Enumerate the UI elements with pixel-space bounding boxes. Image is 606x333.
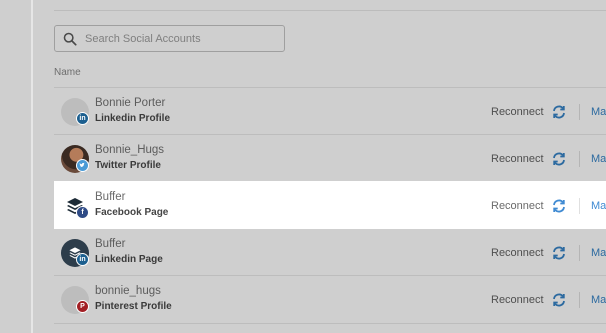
next-row-partial <box>54 323 606 333</box>
account-type: Facebook Page <box>95 207 169 218</box>
accounts-list: in Bonnie Porter Linkedin Profile Reconn… <box>54 87 606 322</box>
account-row: in Buffer Linkedin Page Reconnect Ma <box>54 228 606 275</box>
account-row: P bonnie_hugs Pinterest Profile Reconnec… <box>54 275 606 322</box>
reconnect-button[interactable]: Reconnect <box>491 200 544 212</box>
sync-icon[interactable] <box>551 245 567 261</box>
account-type: Linkedin Profile <box>95 113 171 124</box>
account-type: Pinterest Profile <box>95 301 172 312</box>
account-type: Linkedin Page <box>95 254 163 265</box>
search-placeholder: Search Social Accounts <box>85 32 201 45</box>
action-divider <box>579 198 580 214</box>
section-divider <box>54 10 606 11</box>
pinterest-icon: P <box>76 300 89 313</box>
linkedin-icon: in <box>76 112 89 125</box>
reconnect-button[interactable]: Reconnect <box>491 106 544 118</box>
sidebar-edge <box>31 0 33 333</box>
account-name: Buffer <box>95 191 126 203</box>
column-header-name: Name <box>54 67 81 78</box>
manage-link[interactable]: Ma <box>591 247 606 259</box>
manage-link[interactable]: Ma <box>591 106 606 118</box>
sync-icon[interactable] <box>551 198 567 214</box>
account-row: Bonnie_Hugs Twitter Profile Reconnect Ma <box>54 134 606 181</box>
account-row: in Bonnie Porter Linkedin Profile Reconn… <box>54 87 606 134</box>
account-name: Bonnie_Hugs <box>95 144 165 156</box>
account-row-highlighted: f Buffer Facebook Page Reconnect Ma <box>54 181 606 228</box>
action-divider <box>579 292 580 308</box>
sync-icon[interactable] <box>551 151 567 167</box>
facebook-icon: f <box>76 206 89 219</box>
account-type: Twitter Profile <box>95 160 161 171</box>
manage-link[interactable]: Ma <box>591 200 606 212</box>
account-name: Buffer <box>95 238 126 250</box>
search-input[interactable]: Search Social Accounts <box>54 25 285 52</box>
sync-icon[interactable] <box>551 292 567 308</box>
reconnect-button[interactable]: Reconnect <box>491 294 544 306</box>
manage-link[interactable]: Ma <box>591 153 606 165</box>
reconnect-button[interactable]: Reconnect <box>491 247 544 259</box>
sync-icon[interactable] <box>551 104 567 120</box>
account-name: Bonnie Porter <box>95 97 166 109</box>
manage-link[interactable]: Ma <box>591 294 606 306</box>
account-name: bonnie_hugs <box>95 285 161 297</box>
action-divider <box>579 245 580 261</box>
reconnect-button[interactable]: Reconnect <box>491 153 544 165</box>
twitter-icon <box>76 159 89 172</box>
action-divider <box>579 151 580 167</box>
action-divider <box>579 104 580 120</box>
search-icon <box>63 32 77 46</box>
linkedin-icon: in <box>76 253 89 266</box>
